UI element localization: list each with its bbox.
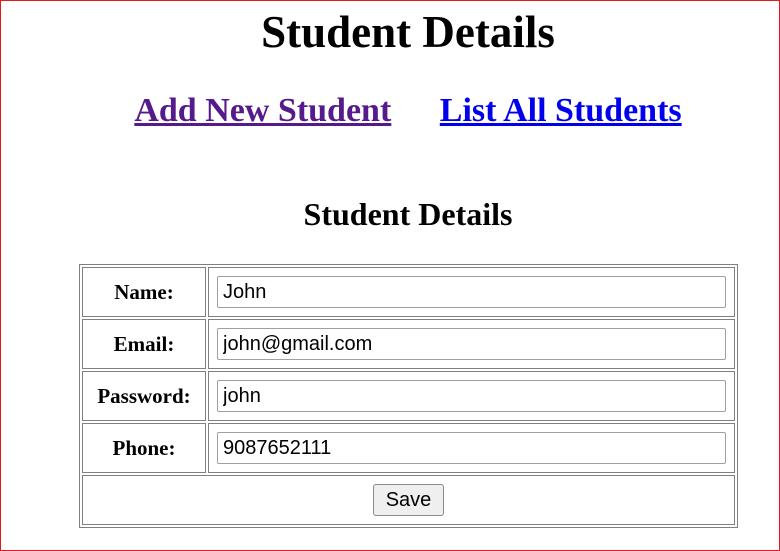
list-all-students-link[interactable]: List All Students <box>440 92 682 129</box>
name-label: Name: <box>82 267 206 317</box>
email-label: Email: <box>82 319 206 369</box>
name-input[interactable] <box>217 276 726 308</box>
action-cell: Save <box>82 475 735 525</box>
form-title: Student Details <box>303 196 513 232</box>
save-button[interactable]: Save <box>372 484 445 516</box>
form-row-email: Email: <box>82 319 735 369</box>
form-row-password: Password: <box>82 371 735 421</box>
form-row-actions: Save <box>82 475 735 525</box>
page-title: Student Details <box>261 7 555 57</box>
name-cell <box>208 267 735 317</box>
phone-label: Phone: <box>82 423 206 473</box>
student-form-table: Name: Email: Password: Phone: Save <box>79 264 738 528</box>
phone-input[interactable] <box>217 432 726 464</box>
form-row-phone: Phone: <box>82 423 735 473</box>
email-input[interactable] <box>217 328 726 360</box>
email-cell <box>208 319 735 369</box>
password-input[interactable] <box>217 380 726 412</box>
password-label: Password: <box>82 371 206 421</box>
phone-cell <box>208 423 735 473</box>
add-new-student-link[interactable]: Add New Student <box>134 92 391 129</box>
password-cell <box>208 371 735 421</box>
nav-links: Add New Student List All Students <box>0 90 780 132</box>
form-row-name: Name: <box>82 267 735 317</box>
